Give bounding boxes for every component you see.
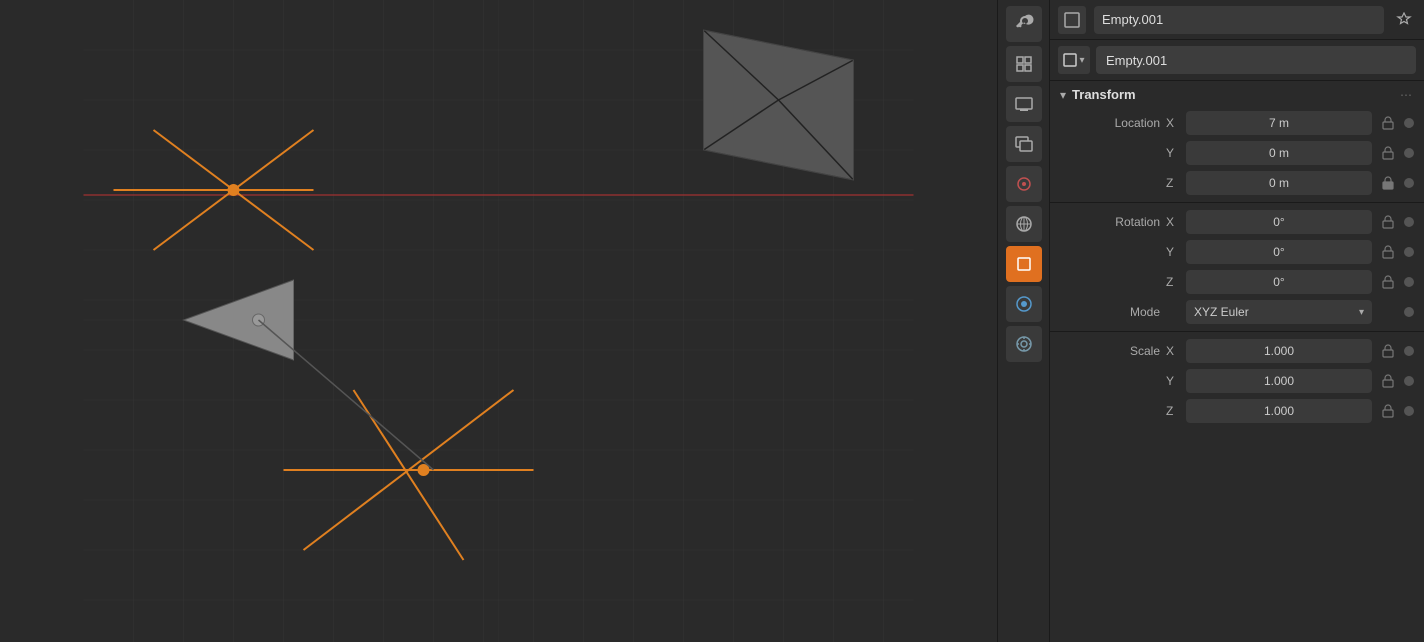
location-y-label: Y (1166, 146, 1180, 160)
mode-label: Mode (1070, 305, 1160, 319)
scale-label: Scale (1070, 344, 1160, 358)
mode-value: XYZ Euler (1194, 305, 1249, 319)
scale-y-lock[interactable] (1378, 371, 1398, 391)
scale-z-field[interactable]: 1.000 (1186, 399, 1372, 423)
wrench-tool-btn[interactable] (1006, 6, 1042, 42)
panel-header: Empty.001 (1050, 0, 1424, 40)
location-z-dot[interactable] (1404, 178, 1414, 188)
location-z-row: Z 0 m (1050, 168, 1424, 198)
location-label: Location (1070, 116, 1160, 130)
viewlayer-btn[interactable] (1006, 126, 1042, 162)
rotation-label: Rotation (1070, 215, 1160, 229)
transform-chevron: ▾ (1060, 88, 1066, 102)
location-x-row: Location X 7 m (1050, 108, 1424, 138)
object-selector-row: ▾ Empty.001 (1050, 40, 1424, 81)
particles-btn[interactable] (1006, 326, 1042, 362)
paint-btn[interactable] (1006, 166, 1042, 202)
object-name-field[interactable]: Empty.001 (1096, 46, 1416, 74)
scale-x-row: Scale X 1.000 (1050, 336, 1424, 366)
scale-y-label: Y (1166, 374, 1180, 388)
sep1 (1050, 202, 1424, 203)
mode-dot[interactable] (1404, 307, 1414, 317)
rotation-y-label: Y (1166, 245, 1180, 259)
location-x-field[interactable]: 7 m (1186, 111, 1372, 135)
rotation-z-lock[interactable] (1378, 272, 1398, 292)
scale-x-field[interactable]: 1.000 (1186, 339, 1372, 363)
scale-x-lock[interactable] (1378, 341, 1398, 361)
object-btn[interactable] (1006, 246, 1042, 282)
rotation-x-dot[interactable] (1404, 217, 1414, 227)
rotation-z-label: Z (1166, 275, 1180, 289)
location-z-label: Z (1166, 176, 1180, 190)
scale-y-row: Y 1.000 (1050, 366, 1424, 396)
location-x-dot[interactable] (1404, 118, 1414, 128)
world-btn[interactable] (1006, 206, 1042, 242)
rotation-y-lock[interactable] (1378, 242, 1398, 262)
scale-x-dot[interactable] (1404, 346, 1414, 356)
rotation-z-field[interactable]: 0° (1186, 270, 1372, 294)
properties-content: ▾ Transform ⋯ Location X 7 m Y 0 m (1050, 81, 1424, 642)
rotation-x-field[interactable]: 0° (1186, 210, 1372, 234)
scale-z-row: Z 1.000 (1050, 396, 1424, 426)
transform-section-title: Transform (1072, 87, 1394, 102)
scale-z-label: Z (1166, 404, 1180, 418)
rotation-x-label: X (1166, 215, 1180, 229)
properties-panel: Empty.001 ▾ Empty.001 ▾ Transform ⋯ Loca… (1049, 0, 1424, 642)
rotation-z-dot[interactable] (1404, 277, 1414, 287)
sep2 (1050, 331, 1424, 332)
mode-row: Mode XYZ Euler ▾ (1050, 297, 1424, 327)
output-btn[interactable] (1006, 86, 1042, 122)
rotation-x-lock[interactable] (1378, 212, 1398, 232)
rotation-y-field[interactable]: 0° (1186, 240, 1372, 264)
location-z-field[interactable]: 0 m (1186, 171, 1372, 195)
transform-dots: ⋯ (1400, 88, 1414, 102)
rotation-x-row: Rotation X 0° (1050, 207, 1424, 237)
pin-button[interactable] (1392, 8, 1416, 32)
modifier-btn[interactable] (1006, 286, 1042, 322)
location-y-field[interactable]: 0 m (1186, 141, 1372, 165)
location-y-dot[interactable] (1404, 148, 1414, 158)
scale-x-label: X (1166, 344, 1180, 358)
location-x-label: X (1166, 116, 1180, 130)
scale-y-field[interactable]: 1.000 (1186, 369, 1372, 393)
scale-z-lock[interactable] (1378, 401, 1398, 421)
location-z-lock[interactable] (1378, 173, 1398, 193)
rotation-z-row: Z 0° (1050, 267, 1424, 297)
rotation-y-row: Y 0° (1050, 237, 1424, 267)
object-type-button[interactable]: ▾ (1058, 46, 1090, 74)
scene-btn[interactable] (1006, 46, 1042, 82)
location-y-lock[interactable] (1378, 143, 1398, 163)
dropdown-arrow-icon: ▾ (1359, 307, 1364, 318)
rotation-y-dot[interactable] (1404, 247, 1414, 257)
toolbar-strip (997, 0, 1049, 642)
location-y-row: Y 0 m (1050, 138, 1424, 168)
mode-dropdown[interactable]: XYZ Euler ▾ (1186, 300, 1372, 324)
scale-z-dot[interactable] (1404, 406, 1414, 416)
scale-y-dot[interactable] (1404, 376, 1414, 386)
object-name-header: Empty.001 (1094, 6, 1384, 34)
location-x-lock[interactable] (1378, 113, 1398, 133)
transform-section-header[interactable]: ▾ Transform ⋯ (1050, 81, 1424, 108)
viewport[interactable] (0, 0, 997, 642)
panel-header-icon (1058, 6, 1086, 34)
